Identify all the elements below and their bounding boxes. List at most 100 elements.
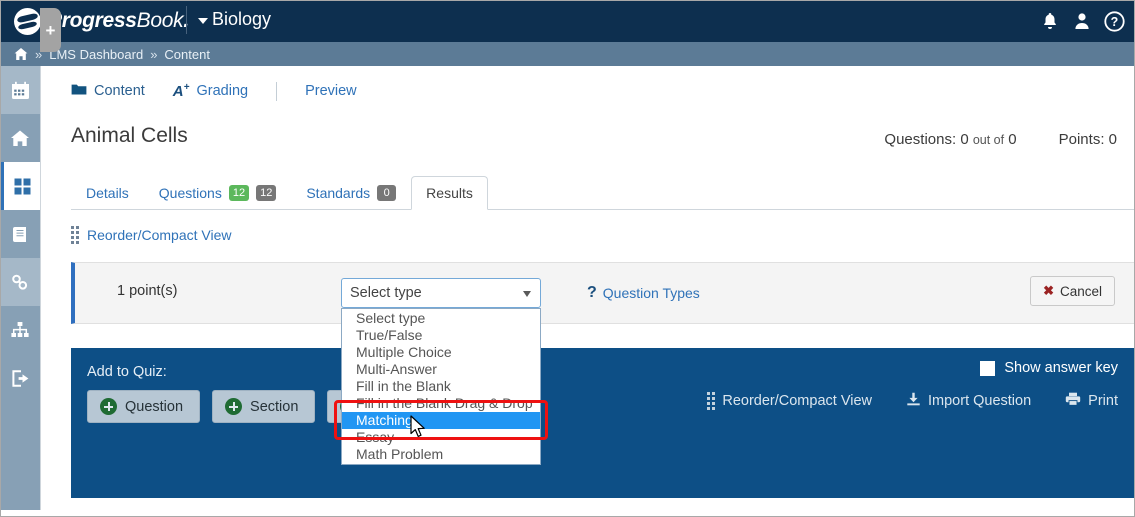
option-essay[interactable]: Essay — [342, 429, 540, 446]
tab-results[interactable]: Results — [411, 176, 488, 210]
points-counter: Points: 0 — [1059, 131, 1117, 148]
show-answer-key-label: Show answer key — [1004, 360, 1118, 376]
import-question-button[interactable]: Import Question — [906, 392, 1031, 410]
top-navbar: ProgressBook. Biology ? — [0, 0, 1135, 42]
tab-bar: Details Questions 12 12 Standards 0 Resu… — [71, 170, 1135, 210]
progressbook-logo-icon — [14, 7, 41, 35]
add-to-quiz-bar: Add to Quiz: Question Section Text Show … — [71, 348, 1135, 498]
header-divider — [186, 6, 187, 34]
question-points: 1 point(s) — [117, 283, 178, 299]
tab-questions[interactable]: Questions 12 12 — [144, 176, 292, 210]
rail-expand-button[interactable]: + — [40, 8, 61, 52]
close-icon: ✖ — [1043, 283, 1054, 298]
tab-standards[interactable]: Standards 0 — [291, 176, 411, 210]
cancel-button-label: Cancel — [1059, 283, 1102, 299]
show-answer-key-checkbox[interactable] — [980, 360, 996, 376]
sidebar-item-calendar[interactable] — [0, 66, 40, 114]
tab-details[interactable]: Details — [71, 176, 144, 210]
nav-preview-label: Preview — [305, 83, 357, 99]
reorder-compact-view-top[interactable]: Reorder/Compact View — [71, 226, 231, 244]
questions-counter: Questions: 0 out of 0 — [884, 131, 1016, 148]
nav-content[interactable]: Content — [71, 80, 145, 103]
nav-grading[interactable]: A+ Grading — [173, 79, 248, 103]
left-icon-rail — [0, 66, 40, 510]
svg-text:?: ? — [1111, 15, 1119, 29]
nav-content-label: Content — [94, 83, 145, 99]
cancel-button[interactable]: ✖ Cancel — [1030, 276, 1115, 306]
questions-total: 0 — [1008, 131, 1017, 148]
show-answer-key-toggle[interactable]: Show answer key — [980, 360, 1118, 376]
add-question-label: Question — [125, 398, 184, 415]
question-type-select-value: Select type — [350, 285, 422, 301]
grip-icon — [707, 392, 716, 410]
option-fill-in-the-blank-drag-drop[interactable]: Fill in the Blank Drag & Drop — [342, 395, 540, 412]
course-selector[interactable]: Biology — [198, 9, 271, 30]
question-types-label: Question Types — [602, 285, 700, 301]
tab-details-label: Details — [86, 185, 129, 201]
bell-icon[interactable] — [1040, 11, 1060, 31]
breadcrumb-item-lms-dashboard[interactable]: LMS Dashboard — [49, 47, 143, 62]
sidebar-item-logout[interactable] — [0, 354, 40, 402]
option-matching[interactable]: Matching — [342, 412, 540, 429]
plus-circle-icon — [100, 398, 117, 415]
option-multiple-choice[interactable]: Multiple Choice — [342, 344, 540, 361]
points-label: Points: — [1058, 131, 1105, 148]
questions-label: Questions: — [884, 131, 957, 148]
grade-a-icon: A+ — [172, 82, 190, 100]
brand-primary: Progress — [48, 9, 137, 32]
main-panel: Content A+ Grading Preview Animal Cells … — [40, 66, 1135, 510]
question-edit-row: 1 point(s) ? Question Types ✖ Cancel — [71, 262, 1135, 324]
breadcrumb-item-content[interactable]: Content — [164, 47, 210, 62]
option-select-type[interactable]: Select type — [342, 310, 540, 327]
question-type-option-list: Select type True/False Multiple Choice M… — [341, 308, 541, 465]
print-button[interactable]: Print — [1065, 392, 1118, 410]
folder-icon — [71, 83, 87, 100]
chevron-down-icon — [523, 291, 531, 297]
nav-preview[interactable]: Preview — [305, 80, 357, 102]
question-type-select[interactable]: Select type — [341, 278, 541, 308]
tab-results-label: Results — [426, 185, 473, 201]
sidebar-item-links[interactable] — [0, 258, 40, 306]
tab-questions-badge-green: 12 — [228, 184, 250, 201]
chevron-down-icon — [198, 18, 208, 24]
add-section-label: Section — [250, 398, 299, 415]
help-icon[interactable]: ? — [1104, 10, 1125, 32]
tab-questions-label: Questions — [158, 184, 222, 201]
breadcrumb-separator-2: » — [150, 46, 158, 62]
add-section-button[interactable]: Section — [212, 390, 316, 423]
home-icon[interactable] — [14, 47, 28, 61]
course-name: Biology — [212, 9, 272, 29]
user-icon[interactable] — [1072, 11, 1092, 31]
add-question-button[interactable]: Question — [87, 390, 201, 423]
sidebar-item-home[interactable] — [0, 114, 40, 162]
tab-questions-badge-gray: 12 — [256, 184, 277, 201]
question-types-help-link[interactable]: ? Question Types — [587, 284, 700, 302]
plus-icon: + — [45, 20, 56, 40]
download-icon — [906, 392, 921, 410]
points-value: 0 — [1108, 131, 1117, 148]
app-window: ProgressBook. Biology ? » LMS Dashboard … — [0, 0, 1135, 517]
brand-secondary: Book — [136, 9, 184, 32]
option-fill-in-the-blank[interactable]: Fill in the Blank — [342, 378, 540, 395]
grip-icon — [71, 226, 79, 244]
reorder-compact-view-top-label: Reorder/Compact View — [87, 227, 232, 243]
questions-value: 0 — [960, 131, 969, 148]
page-title: Animal Cells — [71, 124, 188, 147]
sidebar-item-planner[interactable] — [0, 162, 40, 210]
option-multi-answer[interactable]: Multi-Answer — [342, 361, 540, 378]
tab-standards-badge: 0 — [377, 184, 397, 201]
nav-grading-label: Grading — [196, 83, 249, 99]
sidebar-item-gradebook[interactable] — [0, 210, 40, 258]
print-label: Print — [1088, 393, 1118, 409]
plus-circle-icon — [225, 398, 243, 415]
sidebar-item-org[interactable] — [0, 306, 40, 354]
import-question-label: Import Question — [928, 393, 1032, 409]
breadcrumb: » LMS Dashboard » Content — [0, 42, 1135, 66]
nav-divider — [276, 81, 278, 101]
option-true-false[interactable]: True/False — [342, 327, 540, 344]
reorder-compact-view-bottom[interactable]: Reorder/Compact View — [707, 392, 872, 410]
progressbook-wordmark: ProgressBook. — [48, 9, 189, 33]
counter-group: Questions: 0 out of 0 Points: 0 — [884, 131, 1117, 148]
option-math-problem[interactable]: Math Problem — [342, 446, 540, 463]
add-to-quiz-label: Add to Quiz: — [87, 364, 167, 380]
